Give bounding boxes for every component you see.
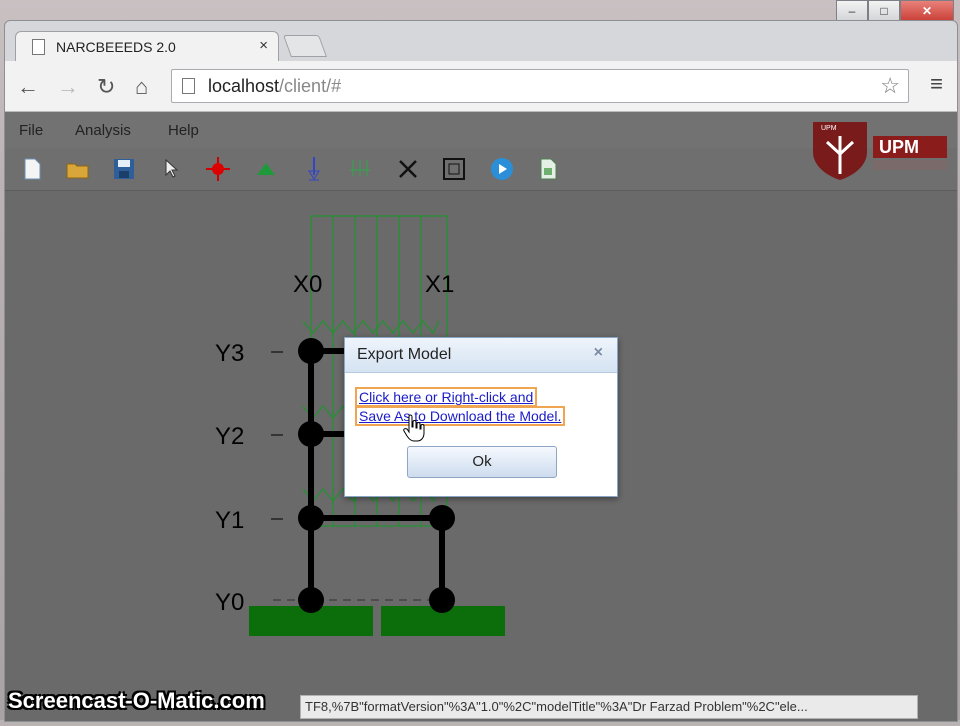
url-text: localhost/client/#: [208, 76, 342, 96]
grid-label-y0: Y0: [215, 589, 244, 616]
page-icon: [182, 78, 195, 94]
grid-label-x0: X0: [293, 271, 322, 298]
menu-analysis[interactable]: Analysis: [75, 122, 131, 139]
address-bar[interactable]: localhost/client/# ☆: [171, 69, 909, 103]
dialog-header: Export Model ×: [345, 338, 617, 373]
menu-help[interactable]: Help: [168, 122, 199, 139]
grid-label-y3: Y3: [215, 340, 244, 367]
open-folder-icon[interactable]: [65, 156, 91, 182]
download-model-link[interactable]: Click here or Right-click and Save As to…: [355, 387, 607, 426]
reload-icon[interactable]: ↻: [97, 74, 115, 100]
hand-cursor-icon: [403, 414, 425, 442]
node-icon[interactable]: [205, 156, 231, 182]
fit-view-icon[interactable]: [441, 156, 467, 182]
support-icon[interactable]: [253, 156, 279, 182]
home-icon[interactable]: ⌂: [135, 74, 148, 100]
grid-label-x1: X1: [425, 271, 454, 298]
download-link-line1[interactable]: Click here or Right-click and: [355, 387, 538, 407]
run-icon[interactable]: [489, 156, 515, 182]
report-icon[interactable]: [535, 156, 561, 182]
dialog-title: Export Model: [357, 346, 452, 363]
browser-tab[interactable]: NARCBEEEDS 2.0 ×: [15, 31, 279, 62]
svg-text:UPM: UPM: [821, 125, 837, 132]
new-file-icon[interactable]: [19, 156, 45, 182]
upm-logo: UPM UPM: [809, 118, 949, 180]
dialog-close-icon[interactable]: ×: [594, 344, 603, 362]
save-icon[interactable]: [111, 156, 137, 182]
screencast-watermark: Screencast-O-Matic.com: [8, 688, 265, 713]
grid-label-y2: Y2: [215, 423, 244, 450]
tab-title: NARCBEEEDS 2.0: [56, 39, 176, 55]
delete-icon[interactable]: [395, 156, 421, 182]
distributed-load-icon[interactable]: [347, 156, 373, 182]
status-bar-url: TF8,%7B"formatVersion"%3A"1.0"%2C"modelT…: [300, 695, 918, 719]
tab-close-icon[interactable]: ×: [259, 37, 268, 54]
browser-menu-icon[interactable]: ≡: [930, 71, 943, 97]
load-arrow-icon[interactable]: [301, 156, 327, 182]
browser-toolbar: ← → ↻ ⌂ localhost/client/# ☆ ≡: [5, 61, 957, 112]
bookmark-star-icon[interactable]: ☆: [880, 73, 900, 99]
download-link-line2[interactable]: Save As to Download the Model.: [355, 406, 566, 426]
ok-button[interactable]: Ok: [407, 446, 557, 478]
svg-text:UPM: UPM: [879, 137, 919, 157]
export-model-dialog: Export Model × Click here or Right-click…: [344, 337, 618, 497]
forward-arrow-icon[interactable]: →: [57, 74, 79, 100]
select-pointer-icon[interactable]: [159, 156, 185, 182]
back-arrow-icon[interactable]: ←: [17, 74, 39, 100]
page-icon: [32, 39, 45, 55]
menu-file[interactable]: File: [19, 122, 43, 139]
new-tab-button[interactable]: [282, 35, 328, 57]
grid-label-y1: Y1: [215, 507, 244, 534]
